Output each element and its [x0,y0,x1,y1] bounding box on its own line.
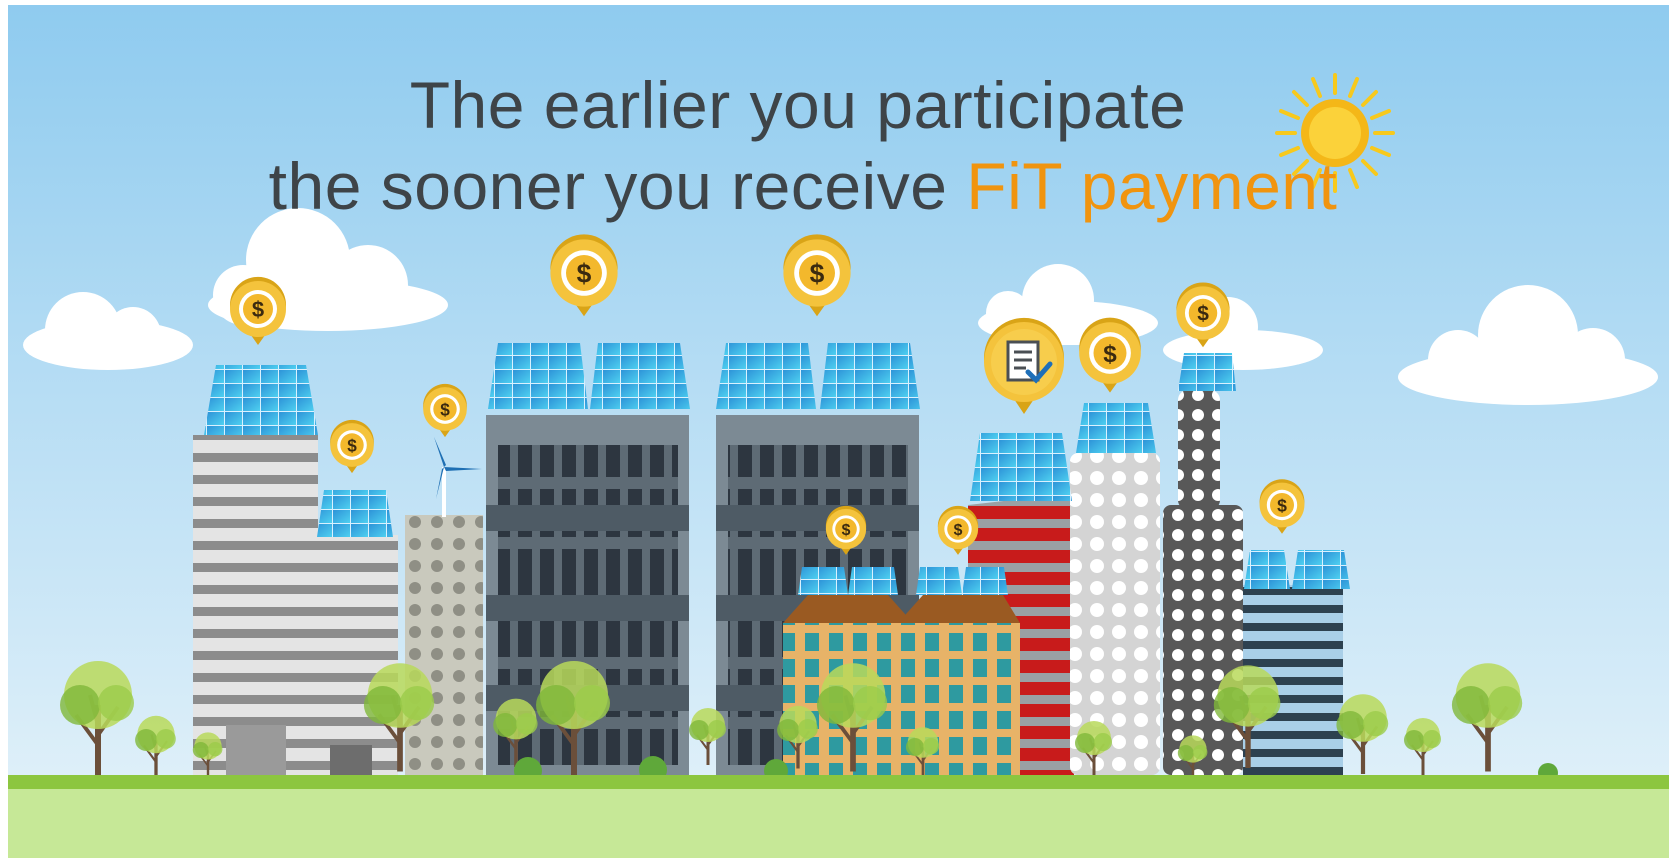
illustration: $ $ $ $ $ $ $ $ $ $ The earlier you participate t… [8,5,1669,858]
grass-highlight [8,789,1669,858]
coin-dollar-sign: $ [347,435,357,455]
coin-dollar-sign: $ [810,259,825,289]
coin-dollar-sign: $ [252,297,264,322]
headline-line-2-text: the sooner you receive [268,149,967,223]
headline-accent: FiT payment [966,149,1338,223]
coin-dollar-sign: $ [577,259,592,289]
coin-dollar-sign: $ [1277,495,1287,515]
coin-dollar-sign: $ [954,522,963,539]
coin-dollar-sign: $ [1197,303,1209,326]
coin-dollar-sign: $ [842,522,851,539]
headline-line-1: The earlier you participate [409,68,1187,142]
coin-dollar-sign: $ [440,399,450,419]
coin-dollar-sign: $ [1103,341,1117,368]
headline-line-2: the sooner you receive FiT payment [8,153,1598,219]
